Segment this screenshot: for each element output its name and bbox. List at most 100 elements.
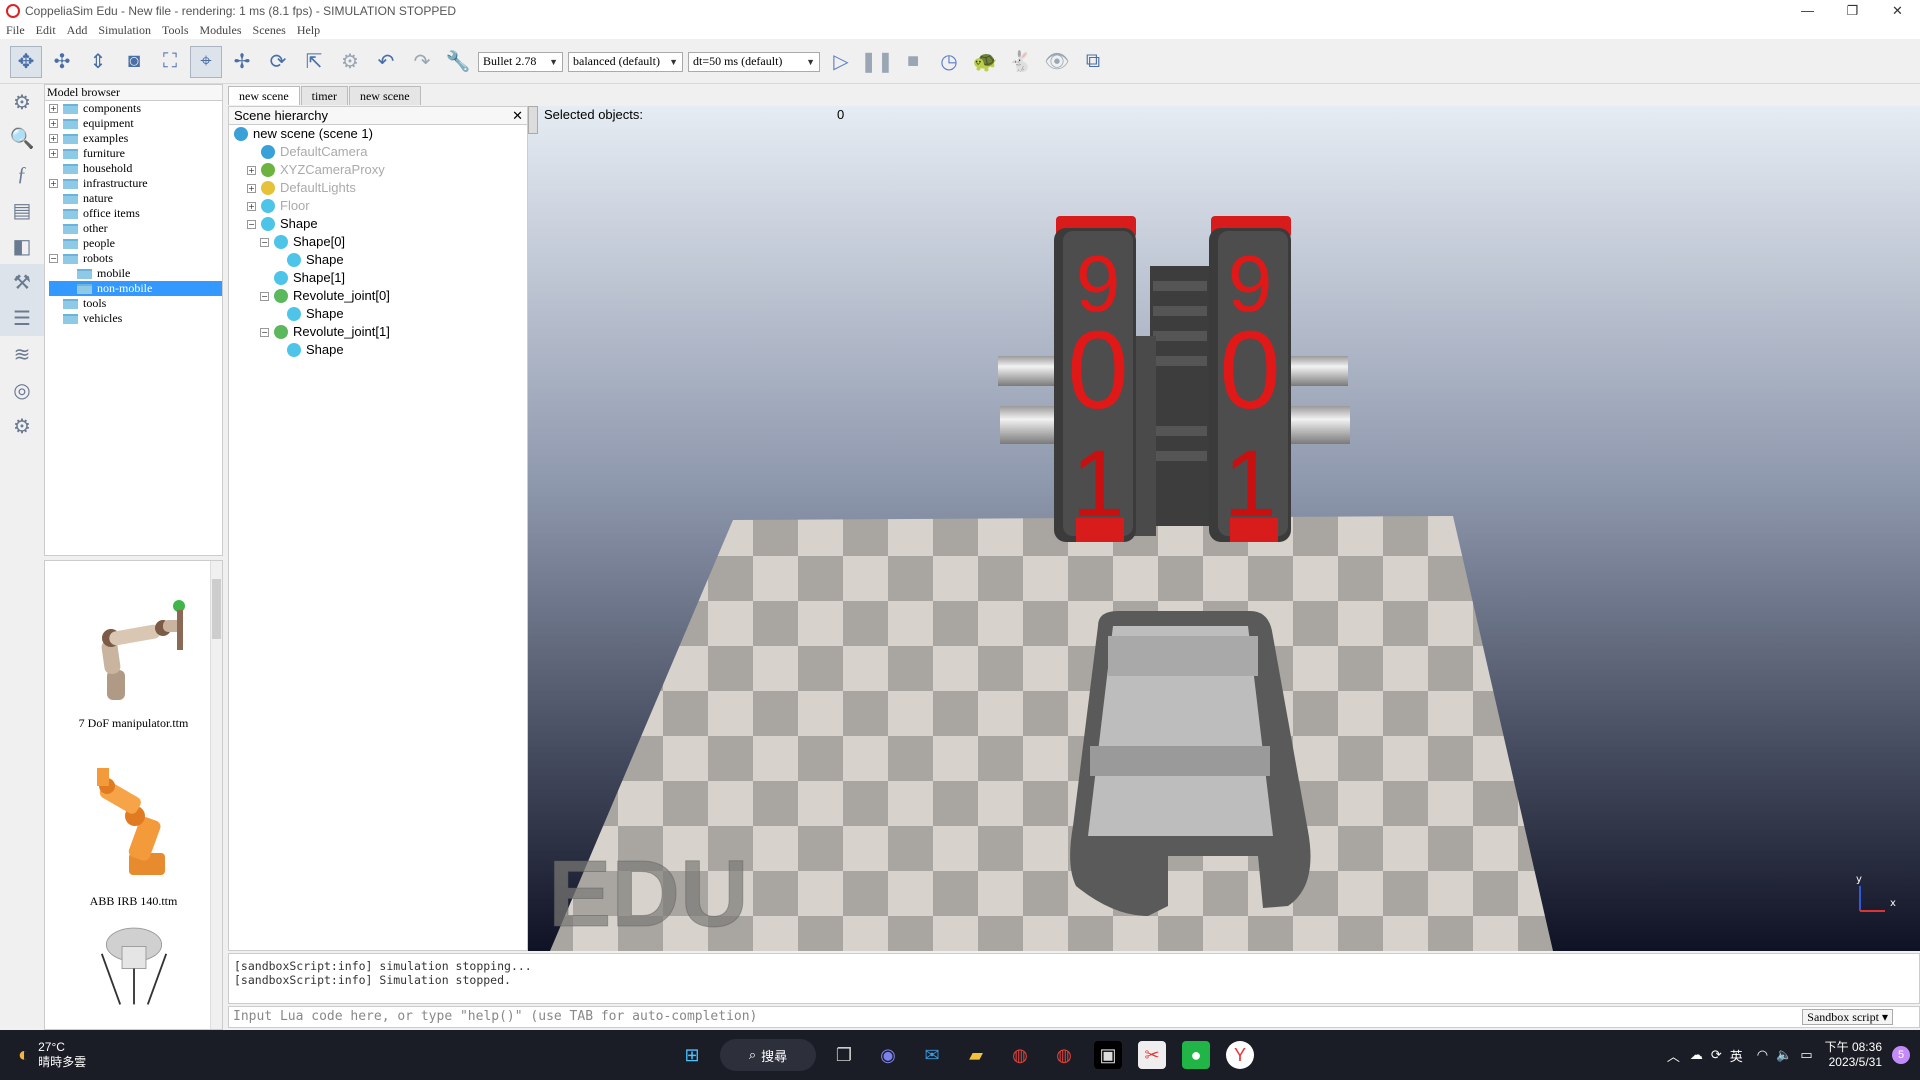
model-folder-item[interactable]: other (49, 221, 222, 236)
simulation-settings-icon[interactable]: ⚙ (0, 84, 44, 120)
hierarchy-item[interactable]: Shape (229, 305, 527, 323)
chrome-profile-icon[interactable]: ◍ (1050, 1041, 1078, 1069)
expand-icon[interactable]: + (247, 183, 256, 193)
tab-scene-1[interactable]: new scene (228, 86, 300, 105)
assemble-icon[interactable]: ⇱ (298, 46, 330, 78)
expand-icon[interactable]: + (49, 104, 58, 113)
file-explorer-icon[interactable]: ▰ (962, 1041, 990, 1069)
chat-icon[interactable]: ◉ (874, 1041, 902, 1069)
close-icon[interactable]: ✕ (1875, 0, 1920, 22)
object-search-icon[interactable]: 🔍 (0, 120, 44, 156)
hierarchy-item[interactable]: − Shape[0] (229, 233, 527, 251)
model-folder-item[interactable]: + infrastructure (49, 176, 222, 191)
menu-edit[interactable]: Edit (36, 23, 56, 38)
volume-icon[interactable]: 🔈 (1776, 1047, 1792, 1063)
weather-widget[interactable]: ◐ 27°C 晴時多雲 (18, 1040, 86, 1070)
script-selector[interactable]: Sandbox script ▾ (1802, 1009, 1893, 1025)
model-folder-item[interactable]: − robots (49, 251, 222, 266)
model-folder-item[interactable]: + furniture (49, 146, 222, 161)
expand-icon[interactable]: + (49, 134, 58, 143)
restore-icon[interactable]: ❐ (1830, 0, 1875, 22)
engine-settings-icon[interactable]: 🔧 (442, 46, 474, 78)
model-folder-item[interactable]: + equipment (49, 116, 222, 131)
thumbnail-scrollbar[interactable] (210, 561, 222, 1029)
menu-add[interactable]: Add (67, 23, 88, 38)
coppeliasim-taskbar-icon[interactable]: Y (1226, 1041, 1254, 1069)
hierarchy-item[interactable]: − Revolute_joint[1] (229, 323, 527, 341)
model-browser-icon[interactable]: ⚒ (0, 264, 44, 300)
shape-edit-icon[interactable]: ◧ (0, 228, 44, 264)
hierarchy-item[interactable]: + Floor (229, 197, 527, 215)
menu-help[interactable]: Help (297, 23, 320, 38)
menu-modules[interactable]: Modules (200, 23, 242, 38)
model-folder-item[interactable]: non-mobile (49, 281, 222, 296)
model-folder-item[interactable]: people (49, 236, 222, 251)
line-app-icon[interactable]: ● (1182, 1041, 1210, 1069)
model-folder-item[interactable]: + components (49, 101, 222, 116)
camera-zoom-icon[interactable]: ◙ (118, 46, 150, 78)
camera-pan-icon[interactable]: ✥ (10, 45, 42, 78)
hierarchy-item[interactable]: + XYZCameraProxy (229, 161, 527, 179)
search-button[interactable]: ⌕ 搜尋 (720, 1039, 816, 1071)
tab-scene-3[interactable]: new scene (348, 86, 421, 105)
viewport-splitter[interactable] (528, 106, 538, 134)
scene-hierarchy-icon[interactable]: ☰ (0, 300, 44, 336)
expand-icon[interactable]: + (49, 179, 58, 188)
battery-icon[interactable]: ▭ (1800, 1047, 1812, 1063)
scripts-icon[interactable]: ▤ (0, 192, 44, 228)
task-view-icon[interactable]: ❐ (830, 1041, 858, 1069)
speed-up-icon[interactable]: 🐇 (1005, 46, 1037, 78)
transfer-dna-icon[interactable]: ⚙ (334, 46, 366, 78)
notification-badge[interactable]: 5 (1892, 1046, 1910, 1064)
chrome-icon[interactable]: ◍ (1006, 1041, 1034, 1069)
hierarchy-item[interactable]: new scene (scene 1) (229, 125, 527, 143)
physics-engine-select[interactable]: Bullet 2.78 ▼ (478, 51, 563, 72)
input-language[interactable]: 英 (1730, 1046, 1743, 1065)
hierarchy-item[interactable]: DefaultCamera (229, 143, 527, 161)
object-rotate-icon[interactable]: ⟳ (262, 46, 294, 78)
expand-icon[interactable]: + (49, 119, 58, 128)
visualization-toggle-icon[interactable]: 👁 (1041, 46, 1073, 78)
model-folder-item[interactable]: vehicles (49, 311, 222, 326)
redo-icon[interactable]: ↷ (406, 46, 438, 78)
model-folder-item[interactable]: household (49, 161, 222, 176)
wifi-icon[interactable]: ◠ (1757, 1047, 1768, 1063)
fit-to-view-icon[interactable]: ⛶ (154, 46, 186, 78)
camera-rotate-icon[interactable]: ✣ (46, 46, 78, 78)
menu-file[interactable]: File (6, 23, 25, 38)
model-thumbnail[interactable]: 7 DoF manipulator.ttm (45, 561, 222, 739)
collapse-icon[interactable]: − (260, 291, 269, 301)
scrollbar-thumb[interactable] (212, 579, 221, 639)
hierarchy-item[interactable]: Shape (229, 251, 527, 269)
start-icon[interactable]: ⊞ (678, 1041, 706, 1069)
model-folder-item[interactable]: + examples (49, 131, 222, 146)
timestep-select[interactable]: dt=50 ms (default) ▼ (688, 51, 820, 72)
expand-icon[interactable]: + (49, 149, 58, 158)
snipping-tool-icon[interactable]: ✂ (1138, 1041, 1166, 1069)
hierarchy-item[interactable]: − Shape (229, 215, 527, 233)
user-settings-icon[interactable]: ⚙ (0, 408, 44, 444)
scene-switch-icon[interactable]: ⧉ (1077, 46, 1109, 78)
menu-scenes[interactable]: Scenes (253, 23, 286, 38)
expand-icon[interactable]: + (247, 165, 256, 175)
model-folder-item[interactable]: mobile (49, 266, 222, 281)
menu-tools[interactable]: Tools (162, 23, 189, 38)
hierarchy-item[interactable]: − Revolute_joint[0] (229, 287, 527, 305)
object-shift-icon[interactable]: ✢ (226, 46, 258, 78)
collapse-icon[interactable]: − (49, 254, 58, 263)
hierarchy-item[interactable]: Shape[1] (229, 269, 527, 287)
clock[interactable]: 下午 08:36 2023/5/31 (1825, 1040, 1882, 1070)
click-select-icon[interactable]: ⌖ (190, 45, 222, 78)
accuracy-select[interactable]: balanced (default) ▼ (568, 51, 683, 72)
expand-icon[interactable]: + (247, 201, 256, 211)
start-simulation-icon[interactable]: ▷ (825, 46, 857, 78)
stop-simulation-icon[interactable]: ■ (897, 46, 929, 78)
onedrive-icon[interactable]: ☁ (1690, 1047, 1703, 1063)
terminal-icon[interactable]: ▣ (1094, 1041, 1122, 1069)
sync-icon[interactable]: ⟳ (1711, 1047, 1722, 1063)
hierarchy-item[interactable]: Shape (229, 341, 527, 359)
collapse-icon[interactable]: − (247, 219, 256, 229)
layers-icon[interactable]: ≋ (0, 336, 44, 372)
tray-overflow-icon[interactable]: ︿ (1667, 1046, 1680, 1065)
undo-icon[interactable]: ↶ (370, 46, 402, 78)
